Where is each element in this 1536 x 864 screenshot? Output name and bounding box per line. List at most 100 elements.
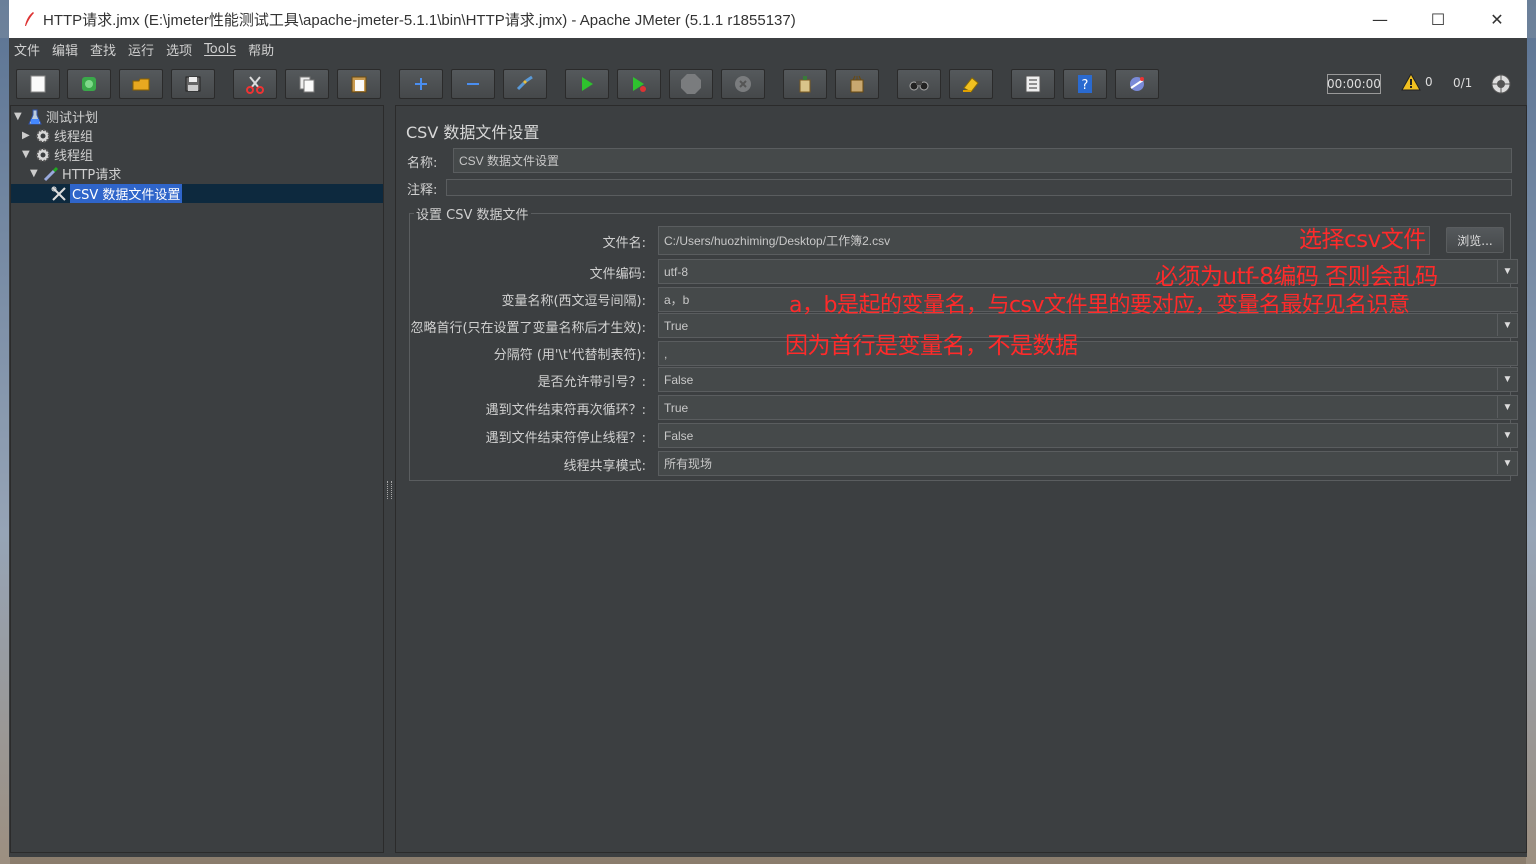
tree-item-thread-group-1[interactable]: ▶ 线程组 [22,126,93,145]
sharing-mode-select[interactable]: 所有现场 ▼ [658,451,1518,476]
remote-button[interactable] [1115,69,1159,99]
paste-button[interactable] [337,69,381,99]
remote-icon [1130,77,1144,91]
chevron-down-icon[interactable]: ▼ [1497,424,1517,446]
test-plan-icon [26,109,44,125]
open-button[interactable] [119,69,163,99]
copy-icon [299,76,315,93]
menu-search[interactable]: 查找 [84,40,122,59]
annotation-variable-names: a，b是起的变量名，与csv文件里的要对应，变量名最好见名识意 [789,293,1410,318]
reset-search-button[interactable] [949,69,993,99]
tree-item-csv-data-set-config[interactable]: CSV 数据文件设置 [50,184,183,203]
start-button[interactable] [565,69,609,99]
filename-label: 文件名: [602,236,646,251]
ignore-first-line-value: True [664,318,689,333]
group-title: 设置 CSV 数据文件 [414,204,531,223]
jmeter-window: HTTP请求.jmx (E:\jmeter性能测试工具\apache-jmete… [9,0,1527,857]
expanded-arrow-icon[interactable]: ▼ [30,168,42,179]
remote-status-icon [1491,74,1511,94]
broom-all-icon [850,75,864,93]
play-no-pause-icon [633,77,646,92]
stop-thread-on-eof-select[interactable]: False ▼ [658,423,1518,448]
expanded-arrow-icon[interactable]: ▼ [14,111,26,122]
chevron-down-icon[interactable]: ▼ [1497,452,1517,474]
paste-icon [351,76,367,93]
minimize-button[interactable]: — [1351,0,1409,38]
function-helper-button[interactable] [1011,69,1055,99]
minus-icon [467,83,479,85]
menu-run[interactable]: 运行 [122,40,160,59]
expand-all-button[interactable] [399,69,443,99]
tree-item-label: HTTP请求 [62,168,122,183]
name-input[interactable]: CSV 数据文件设置 [453,148,1512,173]
menu-help[interactable]: 帮助 [242,40,280,59]
ignore-first-line-label: 忽略首行(只在设置了变量名称后才生效): [410,321,646,336]
copy-button[interactable] [285,69,329,99]
chevron-down-icon[interactable]: ▼ [1497,260,1517,282]
recycle-on-eof-value: True [664,400,689,415]
variable-names-label: 变量名称(西文逗号间隔): [501,294,646,309]
jmeter-feather-icon [21,11,37,27]
toolbar: ? 00:00:00 0 0/1 [9,61,1527,103]
cut-button[interactable] [233,69,277,99]
minimize-icon: — [1372,9,1388,29]
templates-icon [82,77,96,91]
list-icon [1025,75,1041,93]
warning-indicator[interactable]: 0 [1401,73,1433,91]
maximize-icon: ☐ [1430,9,1446,29]
templates-button[interactable] [67,69,111,99]
search-button[interactable] [897,69,941,99]
browse-button[interactable]: 浏览... [1446,227,1504,253]
menu-options[interactable]: 选项 [160,40,198,59]
stop-thread-on-eof-value: False [664,428,694,443]
menu-bar: 文件 编辑 查找 运行 选项 Tools 帮助 [9,38,1527,61]
splitter-grip[interactable] [387,481,392,499]
tree-item-http-request[interactable]: ▼ HTTP请求 [30,164,121,183]
menu-edit[interactable]: 编辑 [46,40,84,59]
save-icon [185,76,201,92]
annotation-utf8: 必须为utf-8编码 否则会乱码 [1155,264,1438,290]
toggle-button[interactable] [503,69,547,99]
stop-thread-on-eof-label: 遇到文件结束符停止线程？: [485,431,646,446]
config-tools-icon [50,186,68,202]
tree-item-label: 测试计划 [46,111,99,126]
help-button[interactable]: ? [1063,69,1107,99]
chevron-down-icon[interactable]: ▼ [1497,396,1517,418]
recycle-on-eof-select[interactable]: True ▼ [658,395,1518,420]
comment-input[interactable] [446,179,1512,196]
eraser-icon [963,77,979,93]
shutdown-button[interactable] [721,69,765,99]
recycle-on-eof-label: 遇到文件结束符再次循环？: [485,403,646,418]
config-panel: CSV 数据文件设置 名称: CSV 数据文件设置 注释: 设置 CSV 数据文… [395,105,1527,853]
close-button[interactable]: ✕ [1468,0,1526,38]
shutdown-icon [735,76,751,92]
menu-tools[interactable]: Tools [198,42,242,57]
sharing-mode-label: 线程共享模式: [563,459,646,474]
tree-item-test-plan[interactable]: ▼ 测试计划 [14,107,98,126]
save-button[interactable] [171,69,215,99]
panel-splitter[interactable] [386,105,393,853]
new-icon [30,75,46,93]
collapsed-arrow-icon[interactable]: ▶ [22,130,34,141]
collapse-all-button[interactable] [451,69,495,99]
menu-file[interactable]: 文件 [9,40,46,59]
toggle-icon [516,75,533,91]
start-no-pauses-button[interactable] [617,69,661,99]
maximize-button[interactable]: ☐ [1409,0,1467,38]
sharing-mode-value: 所有现场 [664,457,713,471]
stop-button[interactable] [669,69,713,99]
delimiter-label: 分隔符 (用'\t'代替制表符): [493,348,646,363]
tree-item-label: 线程组 [54,130,94,145]
comment-label: 注释: [407,183,438,198]
clear-button[interactable] [783,69,827,99]
clear-all-button[interactable] [835,69,879,99]
new-button[interactable] [16,69,60,99]
allow-quoted-data-value: False [664,372,694,387]
gear-icon [34,128,52,144]
panel-title: CSV 数据文件设置 [406,123,540,142]
chevron-down-icon[interactable]: ▼ [1497,314,1517,336]
tree-item-thread-group-2[interactable]: ▼ 线程组 [22,145,93,164]
allow-quoted-data-select[interactable]: False ▼ [658,367,1518,392]
expanded-arrow-icon[interactable]: ▼ [22,149,34,160]
chevron-down-icon[interactable]: ▼ [1497,368,1517,390]
